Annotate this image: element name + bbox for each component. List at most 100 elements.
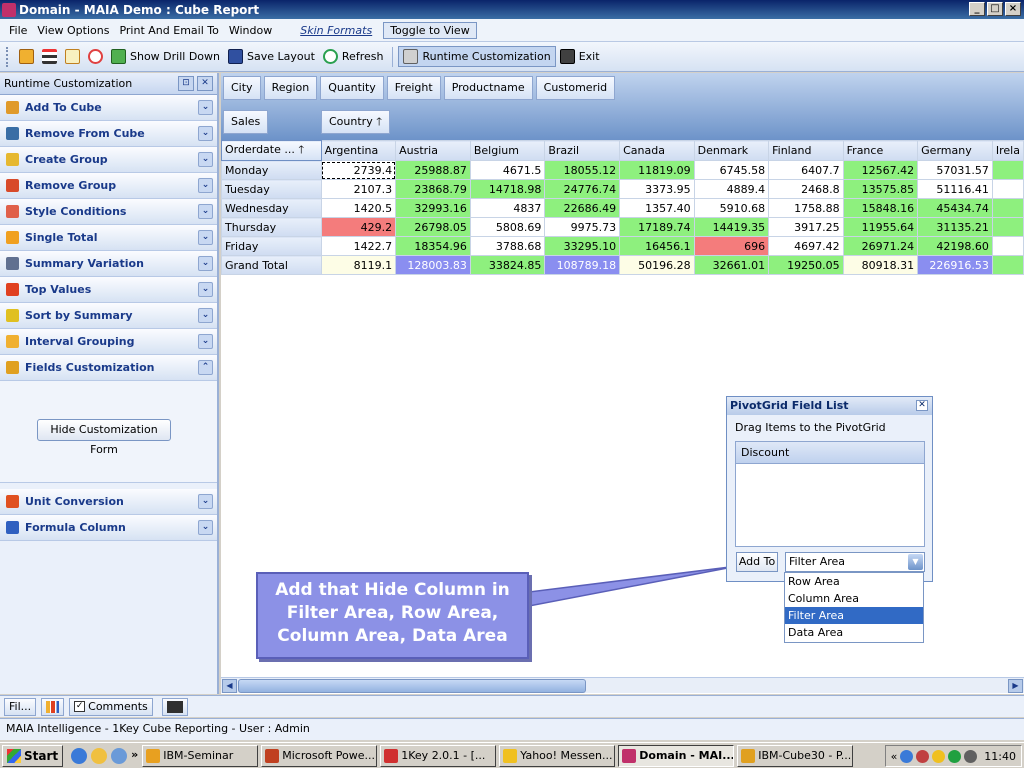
- data-cell[interactable]: 17189.74: [619, 217, 695, 237]
- security-icon[interactable]: [916, 749, 930, 763]
- folder-icon[interactable]: [91, 747, 108, 764]
- data-cell[interactable]: 3917.25: [768, 217, 844, 237]
- data-cell[interactable]: 12567.42: [842, 160, 919, 180]
- data-cell[interactable]: 3373.95: [619, 179, 695, 199]
- column-header[interactable]: Germany: [917, 140, 993, 161]
- minimize-button[interactable]: _: [969, 2, 985, 16]
- row-header[interactable]: Friday: [221, 236, 322, 256]
- filter-field-region[interactable]: Region: [263, 76, 318, 100]
- data-cell[interactable]: 18354.96: [395, 236, 471, 256]
- chevron-down-icon[interactable]: ⌄: [198, 152, 213, 167]
- data-cell[interactable]: 429.2: [320, 217, 397, 237]
- panel-item-summary-variation[interactable]: Summary Variation ⌄: [0, 251, 217, 277]
- data-cell[interactable]: 32993.16: [395, 198, 471, 218]
- scroll-thumb[interactable]: [238, 679, 586, 693]
- menu-print-email[interactable]: Print And Email To: [114, 24, 223, 37]
- comment-button[interactable]: [84, 47, 107, 66]
- column-header[interactable]: Belgium: [469, 140, 546, 161]
- panel-item-single-total[interactable]: Single Total ⌄: [0, 225, 217, 251]
- volume-icon[interactable]: [964, 749, 978, 763]
- data-cell[interactable]: 11819.09: [619, 160, 695, 180]
- update-icon[interactable]: [948, 749, 962, 763]
- data-cell[interactable]: 45434.74: [917, 198, 993, 218]
- panel-item-sort-by-summary[interactable]: Sort by Summary ⌄: [0, 303, 217, 329]
- panel-item-add-to-cube[interactable]: Add To Cube ⌄: [0, 95, 217, 121]
- scroll-right-arrow-icon[interactable]: ▶: [1008, 679, 1023, 693]
- data-cell[interactable]: 4671.5: [469, 160, 546, 180]
- data-cell[interactable]: 32661.01: [693, 255, 770, 275]
- show-drill-down-button[interactable]: Show Drill Down: [107, 47, 224, 66]
- option-filter-area[interactable]: Filter Area: [785, 607, 923, 624]
- data-cell[interactable]: 23868.79: [395, 179, 471, 199]
- row-field-orderdate[interactable]: Orderdate ... 🡑: [221, 140, 322, 161]
- chevron-down-icon[interactable]: ⌄: [198, 126, 213, 141]
- runtime-customization-button[interactable]: Runtime Customization: [398, 46, 556, 67]
- column-field-country[interactable]: Country 🡑: [321, 110, 390, 134]
- menu-view-options[interactable]: View Options: [32, 24, 114, 37]
- row-header[interactable]: Tuesday: [221, 179, 322, 199]
- column-header[interactable]: Argentina: [320, 140, 397, 161]
- data-cell[interactable]: 4697.42: [768, 236, 844, 256]
- panel-item-formula-column[interactable]: Formula Column ⌄: [0, 515, 217, 541]
- field-button[interactable]: [61, 47, 84, 66]
- menu-window[interactable]: Window: [224, 24, 277, 37]
- option-column-area[interactable]: Column Area: [785, 590, 923, 607]
- column-header[interactable]: Brazil: [544, 140, 621, 161]
- row-header[interactable]: Thursday: [221, 217, 322, 237]
- area-select[interactable]: Filter Area ▼: [785, 552, 925, 572]
- data-cell[interactable]: 2107.3: [320, 179, 397, 199]
- data-field-sales[interactable]: Sales: [223, 110, 269, 134]
- data-cell[interactable]: 80918.31: [842, 255, 919, 275]
- data-cell[interactable]: 108789.18: [544, 255, 621, 275]
- scroll-left-arrow-icon[interactable]: ◀: [222, 679, 237, 693]
- data-cell[interactable]: 50196.28: [619, 255, 695, 275]
- chevron-down-icon[interactable]: ⌄: [198, 334, 213, 349]
- data-cell[interactable]: 26798.05: [395, 217, 471, 237]
- chevron-down-icon[interactable]: ⌄: [198, 494, 213, 509]
- data-cell[interactable]: 16456.1: [619, 236, 695, 256]
- data-cell[interactable]: 18055.12: [544, 160, 621, 180]
- data-cell[interactable]: 19250.05: [768, 255, 844, 275]
- taskbar-item[interactable]: Yahoo! Messen...: [499, 744, 616, 767]
- chevron-down-icon[interactable]: ⌄: [198, 178, 213, 193]
- column-header[interactable]: Irela: [991, 140, 1024, 161]
- filter-field-customerid[interactable]: Customerid: [535, 76, 616, 100]
- column-header[interactable]: Austria: [395, 140, 471, 161]
- data-cell[interactable]: [991, 160, 1024, 180]
- more-icon[interactable]: »: [131, 748, 138, 764]
- filter-field-productname[interactable]: Productname: [443, 76, 533, 100]
- data-cell[interactable]: 4889.4: [693, 179, 770, 199]
- horizontal-scrollbar[interactable]: ◀ ▶: [221, 677, 1024, 693]
- data-cell[interactable]: 1420.5: [320, 198, 397, 218]
- toggle-view-button[interactable]: Toggle to View: [383, 21, 477, 39]
- data-cell[interactable]: 1422.7: [320, 236, 397, 256]
- data-cell[interactable]: 13575.85: [842, 179, 919, 199]
- taskbar-item[interactable]: Microsoft Powe...: [261, 744, 378, 767]
- row-header[interactable]: Monday: [221, 160, 322, 180]
- chevron-down-icon[interactable]: ⌄: [198, 282, 213, 297]
- data-cell[interactable]: 1357.40: [619, 198, 695, 218]
- data-cell[interactable]: [991, 236, 1024, 256]
- data-cell[interactable]: 31135.21: [917, 217, 993, 237]
- data-cell[interactable]: 11955.64: [842, 217, 919, 237]
- hide-customization-form-button[interactable]: Hide Customization Form: [37, 419, 171, 456]
- data-cell[interactable]: 1758.88: [768, 198, 844, 218]
- data-cell[interactable]: 2739.4: [320, 160, 397, 180]
- panel-pin-button[interactable]: ⊡: [178, 76, 194, 91]
- chevron-down-icon[interactable]: ⌄: [198, 230, 213, 245]
- list-button[interactable]: [38, 47, 61, 66]
- menu-file[interactable]: File: [4, 24, 32, 37]
- data-cell[interactable]: 5808.69: [469, 217, 546, 237]
- data-cell[interactable]: [991, 179, 1024, 199]
- data-cell[interactable]: 3788.68: [469, 236, 546, 256]
- filter-field-freight[interactable]: Freight: [386, 76, 441, 100]
- data-cell[interactable]: 14419.35: [693, 217, 770, 237]
- tray-expand[interactable]: «: [891, 750, 898, 763]
- data-cell[interactable]: 24776.74: [544, 179, 621, 199]
- chevron-down-icon[interactable]: ▼: [908, 554, 923, 570]
- tab-fil[interactable]: Fil...: [4, 697, 37, 716]
- panel-item-interval-grouping[interactable]: Interval Grouping ⌄: [0, 329, 217, 355]
- column-header[interactable]: Canada: [619, 140, 695, 161]
- data-cell[interactable]: 5910.68: [693, 198, 770, 218]
- row-header[interactable]: Grand Total: [221, 255, 322, 275]
